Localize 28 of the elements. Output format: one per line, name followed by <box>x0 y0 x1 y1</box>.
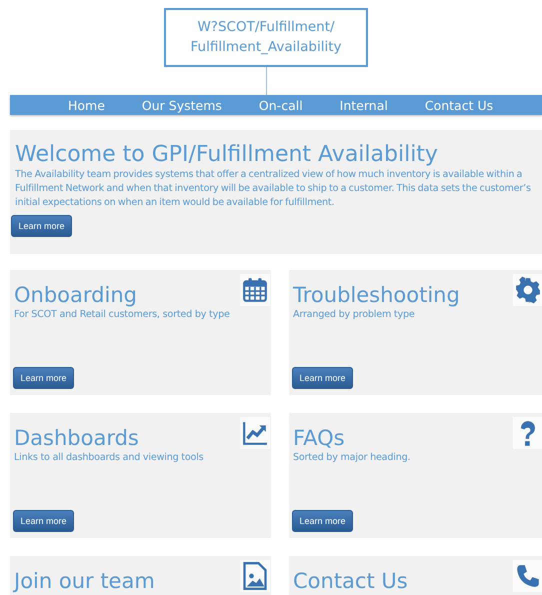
card-description: Sorted by major heading. <box>293 451 412 465</box>
nav-link[interactable]: Contact Us <box>424 98 494 112</box>
hero-title: Welcome to GPI/Fulfillment Availability <box>15 142 439 168</box>
nav-link[interactable]: Internal <box>340 98 388 112</box>
gear-icon <box>515 276 541 304</box>
card-title: Onboarding <box>14 282 137 308</box>
calendar-icon <box>242 276 268 304</box>
card-description: Links to all dashboards and viewing tools <box>14 451 204 465</box>
learn-more-button[interactable]: Learn more <box>13 510 74 532</box>
nav-link[interactable]: Home <box>68 98 105 112</box>
card-title: Contact Us <box>293 568 408 594</box>
site-title: W?SCOT/Fulfillment/ Fulfillment_Availability <box>164 8 368 67</box>
phone-icon <box>515 562 541 590</box>
learn-more-button[interactable]: Learn more <box>11 215 72 237</box>
card-description: Arranged by problem type <box>293 308 416 322</box>
learn-more-button[interactable]: Learn more <box>292 367 353 389</box>
nav-link[interactable]: On-call <box>258 98 303 112</box>
hero-text: The Availability team provides systems that offer a centralized view of how much inventory is available within a Fulfillment Network and when that inventory will be available to ship to a customer. This data sets the customer’s initial expectations on when an item would be available for fulfillment. <box>15 168 532 210</box>
card-title: Troubleshooting <box>293 282 460 308</box>
nav-link[interactable]: Our Systems <box>142 98 222 112</box>
line-chart-icon <box>242 419 268 447</box>
card-description: For SCOT and Retail customers, sorted by type <box>14 308 231 322</box>
learn-more-button[interactable]: Learn more <box>13 367 74 389</box>
card-title: FAQs <box>293 425 345 451</box>
card-title: Join our team <box>14 568 155 594</box>
learn-more-button[interactable]: Learn more <box>292 510 353 532</box>
card-title: Dashboards <box>14 425 139 451</box>
image-file-icon <box>242 562 268 590</box>
